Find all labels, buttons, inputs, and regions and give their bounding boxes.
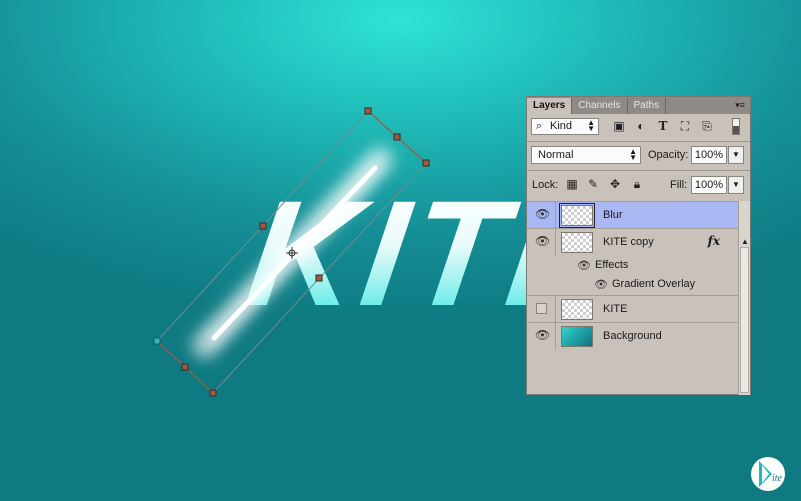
opacity-dropdown-button[interactable]: ▼	[728, 146, 744, 164]
lock-all-icon[interactable]: 🔒︎	[630, 177, 644, 191]
layer-thumbnail	[559, 203, 595, 228]
filter-toggle[interactable]	[732, 118, 740, 135]
filter-row: ⌕ Kind ▲ ▼ ▣ ◐ T ⛶ ⎘	[527, 114, 750, 140]
filter-kind-select[interactable]: ⌕ Kind ▲ ▼	[531, 118, 599, 135]
type-filter-icon[interactable]: T	[655, 119, 671, 134]
filter-icons: ▣ ◐ T ⛶ ⎘	[611, 119, 715, 134]
handle-top-mid[interactable]	[393, 133, 401, 141]
handle-right-mid[interactable]	[315, 274, 323, 282]
layer-name: KITE copy	[603, 236, 654, 248]
layer-row-kite[interactable]: KITE	[527, 295, 738, 322]
kite-logo: ite	[751, 457, 785, 491]
eye-icon[interactable]: 👁︎	[577, 259, 591, 272]
search-icon: ⌕	[536, 120, 543, 132]
hidden-box-icon	[536, 303, 547, 314]
lock-label: Lock:	[532, 179, 559, 191]
blend-mode-value: Normal	[538, 149, 574, 161]
visibility-toggle[interactable]: 👁︎	[527, 229, 556, 255]
eye-icon[interactable]: 👁︎	[594, 278, 608, 291]
handle-bottom-right[interactable]	[209, 389, 217, 397]
layers-scrollbar[interactable]: ▲	[738, 201, 750, 395]
lock-row: Lock: ▦ ✎ ✥ 🔒︎ Fill: 100% ▼	[527, 171, 750, 199]
spinner-arrows-icon: ▲ ▼	[587, 118, 595, 133]
blend-mode-select[interactable]: Normal ▲ ▼	[531, 146, 641, 164]
handle-left-mid[interactable]	[259, 222, 267, 230]
handle-bottom-mid[interactable]	[181, 363, 189, 371]
adjustment-filter-icon[interactable]: ◐	[633, 119, 649, 134]
fx-icon[interactable]: fx	[708, 234, 720, 248]
layer-thumbnail	[561, 232, 593, 253]
fill-input[interactable]: 100%	[691, 176, 727, 194]
layer-thumbnail	[561, 326, 593, 347]
layer-name: Background	[603, 330, 662, 342]
fill-dropdown-button[interactable]: ▼	[728, 176, 744, 194]
smart-object-filter-icon[interactable]: ⎘	[699, 119, 715, 134]
layer-name: KITE	[603, 303, 628, 315]
fill-label: Fill:	[670, 179, 688, 191]
panel-tabbar: Layers Channels Paths ▾≡	[527, 97, 750, 114]
visibility-toggle[interactable]: 👁︎	[527, 323, 556, 349]
tab-layers[interactable]: Layers	[527, 98, 573, 114]
opacity-label: Opacity:	[648, 149, 689, 161]
opacity-input[interactable]: 100%	[691, 146, 727, 164]
eye-icon: 👁︎	[535, 328, 551, 342]
effect-item-label: Gradient Overlay	[612, 278, 696, 290]
layer-name: Blur	[603, 209, 623, 221]
handle-bottom-left[interactable]	[153, 337, 161, 345]
scroll-thumb[interactable]	[740, 247, 749, 393]
layers-panel: Layers Channels Paths ▾≡ ⌕ Kind ▲ ▼ ▣ ◐ T…	[526, 96, 751, 395]
eye-icon: 👁︎	[535, 207, 551, 221]
visibility-toggle[interactable]: 👁︎	[527, 202, 556, 228]
blend-row: Normal ▲ ▼ Opacity: 100% ▼	[527, 142, 750, 168]
layer-row-kite-copy[interactable]: 👁︎ KITE copy fx	[527, 228, 738, 255]
handle-top-left[interactable]	[364, 107, 372, 115]
lock-image-pixels-icon[interactable]: ✎	[586, 177, 600, 191]
shape-filter-icon[interactable]: ⛶	[677, 119, 693, 134]
tab-paths[interactable]: Paths	[628, 98, 667, 114]
layer-row-background[interactable]: 👁︎ Background	[527, 322, 738, 349]
panel-menu-icon[interactable]: ▾≡	[734, 100, 746, 110]
spinner-arrows-icon: ▲ ▼	[629, 147, 637, 162]
lock-position-icon[interactable]: ✥	[608, 177, 622, 191]
layer-thumbnail	[561, 299, 593, 320]
visibility-toggle[interactable]	[527, 296, 556, 322]
image-filter-icon[interactable]: ▣	[611, 119, 627, 134]
logo-text: ite	[772, 473, 783, 484]
effects-row[interactable]: 👁︎ Effects	[527, 255, 738, 274]
handle-top-right[interactable]	[422, 159, 430, 167]
lock-transparent-pixels-icon[interactable]: ▦	[565, 177, 579, 191]
tab-channels[interactable]: Channels	[572, 98, 628, 114]
eye-icon: 👁︎	[535, 234, 551, 248]
scroll-up-icon[interactable]: ▲	[741, 237, 749, 246]
effects-label: Effects	[595, 259, 629, 271]
layer-row-blur[interactable]: 👁︎ Blur	[527, 201, 738, 228]
effect-item-row[interactable]: 👁︎ Gradient Overlay	[527, 274, 738, 293]
filter-kind-label: Kind	[550, 120, 573, 132]
